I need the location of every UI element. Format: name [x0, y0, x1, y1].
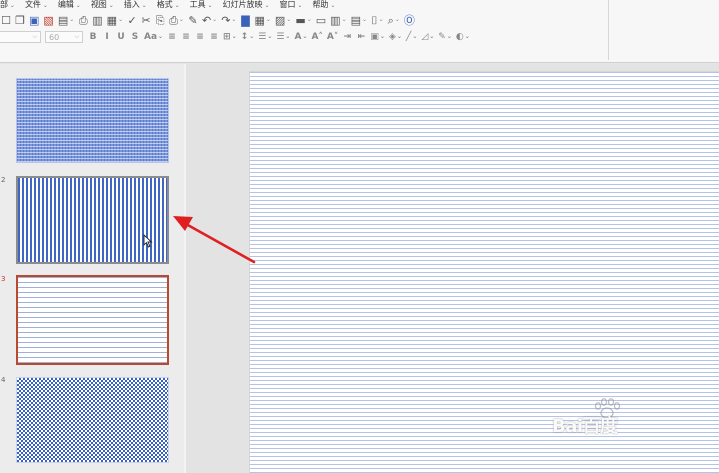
paste-icon[interactable]: ⎙ [168, 14, 185, 27]
line-style-icon[interactable]: ╱ [405, 31, 418, 44]
menu-item[interactable]: 幻灯片放映 [223, 0, 270, 11]
bold-icon[interactable]: B [87, 31, 99, 44]
zoom-icon[interactable]: ⌕ [387, 14, 401, 27]
chart-icon[interactable]: ▇ [239, 14, 251, 27]
print-preview-icon[interactable]: ▥ [91, 14, 103, 27]
chevron-down-icon[interactable]: ⌵ [74, 33, 79, 41]
watermark-text: Bai百度 [552, 416, 618, 437]
indent-icon[interactable]: ⇥ [341, 31, 353, 44]
slide-thumbnail-2[interactable] [16, 176, 169, 264]
shape-icon[interactable]: ▬ [294, 14, 312, 27]
font-size-value: 60 [49, 32, 60, 42]
outdent-icon[interactable]: ⇤ [355, 31, 367, 44]
slide-thumbnail-3-selected[interactable] [16, 275, 169, 365]
formatting-toolbar: ⌵ 60 ⌵ BIUSAa≡≡≡≡⊞↕☰☰AA˄A˅⇥⇤▣◈╱◿✎◐ [0, 30, 473, 44]
mouse-cursor-icon [143, 234, 153, 248]
slide-number: 2 [1, 176, 6, 184]
strikethrough-icon[interactable]: S [129, 31, 141, 44]
fontwork-icon[interactable]: ▥ [329, 14, 347, 27]
font-name-combo[interactable]: ⌵ [0, 31, 41, 43]
menu-item[interactable]: 帮助 [312, 0, 335, 11]
menu-item[interactable]: 部 [0, 0, 15, 11]
print-icon[interactable]: ⎙ [77, 14, 89, 27]
underline-icon[interactable]: U [115, 31, 127, 44]
toolbar-ribbon: 部文件编辑视图插入格式工具幻灯片放映窗口帮助 ☐❐▣▧▤⎙▥▦✓✂⎘⎙✎↶↷▇▦… [0, 0, 719, 63]
bullets-icon[interactable]: ☰ [257, 31, 273, 44]
slide-thumbnail-1[interactable] [16, 78, 169, 163]
hyperlink-icon[interactable]: ▤ [350, 14, 368, 27]
slide-thumbnail-4[interactable] [16, 377, 169, 463]
case-icon[interactable]: Aa [143, 31, 164, 44]
export-icon[interactable]: ▧ [42, 14, 54, 27]
menu-item[interactable]: 格式 [157, 0, 180, 11]
grow-font-icon[interactable]: A˄ [310, 31, 323, 44]
copy-icon[interactable]: ⎘ [154, 14, 166, 27]
menu-item[interactable]: 窗口 [280, 0, 303, 11]
menu-item[interactable]: 工具 [190, 0, 213, 11]
align-left-icon[interactable]: ≡ [166, 31, 178, 44]
menu-item[interactable]: 插入 [124, 0, 147, 11]
align-center-icon[interactable]: ≡ [180, 31, 192, 44]
table-icon[interactable]: ▦ [253, 14, 271, 27]
shadow-icon[interactable]: ◐ [455, 31, 471, 44]
line-color-icon[interactable]: ✎ [437, 31, 453, 44]
new-icon[interactable]: ☐ [0, 14, 12, 27]
arrange-icon[interactable]: ▣ [369, 31, 386, 44]
cut-icon[interactable]: ✂ [140, 14, 152, 27]
text-frame-icon[interactable]: ⊞ [222, 31, 238, 44]
redo-icon[interactable]: ↷ [220, 14, 237, 27]
ribbon-divider [608, 0, 609, 60]
undo-icon[interactable]: ↶ [201, 14, 218, 27]
fill-icon[interactable]: ◈ [388, 31, 403, 44]
template-icon[interactable]: ▤ [57, 14, 75, 27]
textbox-icon[interactable]: ▭ [315, 14, 327, 27]
comment-icon[interactable]: ⌷ [370, 14, 385, 27]
justify-icon[interactable]: ≡ [208, 31, 220, 44]
font-size-combo[interactable]: 60 ⌵ [45, 31, 83, 43]
slides-icon[interactable]: ▦ [106, 14, 124, 27]
italic-icon[interactable]: I [101, 31, 113, 44]
chevron-down-icon[interactable]: ⌵ [32, 33, 37, 41]
align-right-icon[interactable]: ≡ [194, 31, 206, 44]
menu-item[interactable]: 文件 [25, 0, 48, 11]
save-icon[interactable]: ▣ [28, 14, 40, 27]
slide-number: 4 [1, 376, 6, 384]
menu-item[interactable]: 编辑 [58, 0, 81, 11]
shrink-font-icon[interactable]: A˅ [326, 31, 339, 44]
help-icon[interactable]: Ⓞ [403, 14, 416, 27]
standard-toolbar: ☐❐▣▧▤⎙▥▦✓✂⎘⎙✎↶↷▇▦▨▬▭▥▤⌷⌕Ⓞ [0, 13, 418, 27]
slide-number: 3 [1, 275, 6, 283]
format-painter-icon[interactable]: ✎ [187, 14, 199, 27]
image-icon[interactable]: ▨ [274, 14, 292, 27]
numbering-icon[interactable]: ☰ [275, 31, 291, 44]
font-color-icon[interactable]: A [293, 31, 308, 44]
open-icon[interactable]: ❐ [14, 14, 26, 27]
menu-item[interactable]: 视图 [91, 0, 114, 11]
line-spacing-icon[interactable]: ↕ [240, 31, 256, 44]
menu-bar: 部文件编辑视图插入格式工具幻灯片放映窗口帮助 [0, 0, 345, 11]
spellcheck-icon[interactable]: ✓ [126, 14, 138, 27]
fill-color-icon[interactable]: ◿ [420, 31, 435, 44]
watermark: Bai百度 [552, 398, 692, 444]
